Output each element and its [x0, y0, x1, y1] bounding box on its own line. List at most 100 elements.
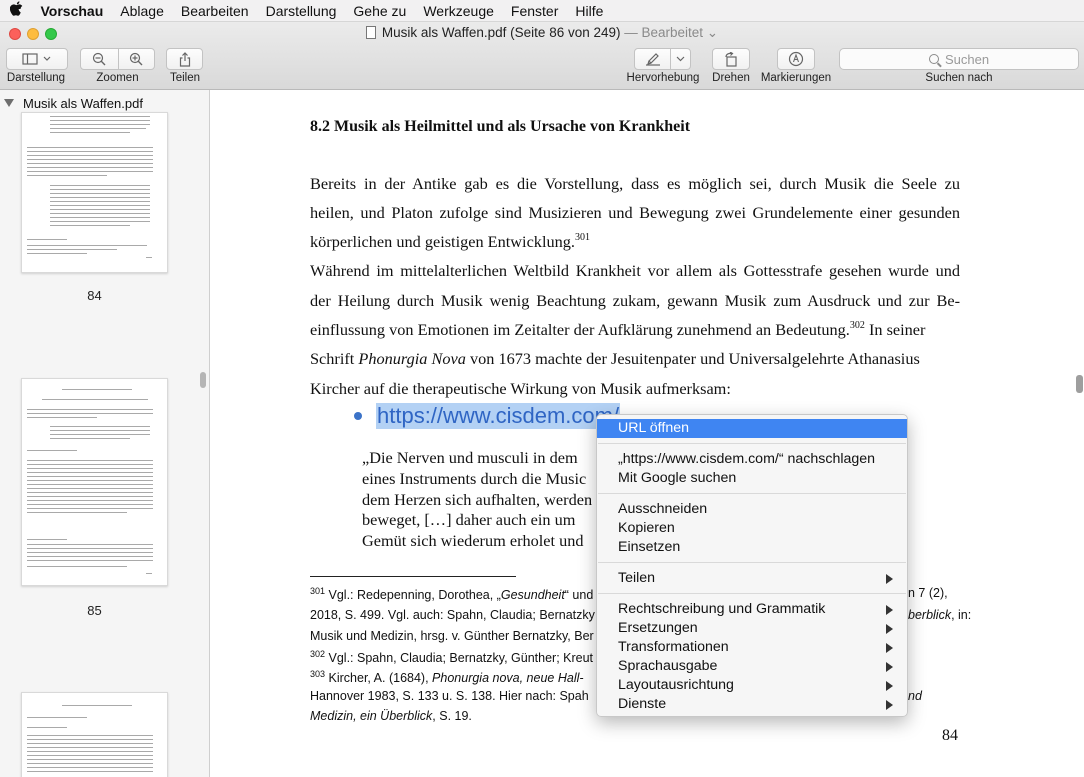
zoom-in-icon: [130, 52, 143, 66]
menu-item-transformations[interactable]: Transformationen: [597, 638, 907, 657]
document-icon: [365, 26, 376, 39]
menu-item-label: Teilen: [618, 570, 656, 586]
body-line: heilen, und Platon zufolge sind Musizier…: [310, 203, 960, 222]
edited-indicator[interactable]: — Bearbeitet ⌄: [624, 25, 718, 40]
menu-fenster[interactable]: Fenster: [502, 3, 566, 19]
highlight-segmented-control: [634, 48, 691, 70]
submenu-arrow-icon: [886, 574, 893, 584]
document-scrollbar[interactable]: [1076, 375, 1083, 393]
rotate-button[interactable]: [712, 48, 750, 70]
menu-separator: [598, 443, 906, 444]
footnote-tail: berblick, in:: [908, 608, 971, 622]
view-label: Darstellung: [6, 72, 66, 84]
sidebar-document-row[interactable]: Musik als Waffen.pdf: [0, 94, 209, 112]
selected-url-link[interactable]: https://www.cisdem.com/: [376, 403, 621, 429]
footnote-text: n 7 (2),: [908, 586, 948, 600]
footnote-italic: berblick: [908, 608, 952, 622]
menu-item-share[interactable]: Teilen: [597, 569, 907, 588]
menu-item-services[interactable]: Dienste: [597, 695, 907, 714]
body-line: Während im mittelalterlichen Weltbild Kr…: [310, 261, 960, 280]
context-menu: URL öffnen „https://www.cisdem.com/“ nac…: [596, 414, 908, 717]
footnote-text: Kircher, A. (1684),: [328, 671, 433, 685]
footnote-text: Vgl.: Spahn, Claudia; Bernatzky, Günther…: [328, 651, 594, 665]
footnote-302: 302 Vgl.: Spahn, Claudia; Bernatzky, Gün…: [310, 649, 593, 665]
menu-app-name[interactable]: Vorschau: [32, 3, 112, 19]
highlight-label: Hervorhebung: [626, 72, 700, 84]
quote-line: dem Herzen sich aufhalten, werden: [362, 490, 593, 509]
menu-item-search-google[interactable]: Mit Google suchen: [597, 469, 907, 488]
share-icon: [179, 51, 190, 67]
page-thumbnail-85[interactable]: [21, 378, 168, 586]
zoom-out-button[interactable]: [81, 49, 118, 69]
menu-item-layout-direction[interactable]: Layoutausrichtung: [597, 676, 907, 695]
footnote-divider: [310, 576, 516, 577]
body-line: körperlichen und geistigen Entwicklung.3…: [310, 232, 960, 252]
apple-menu-icon[interactable]: [0, 1, 32, 20]
search-label: Suchen nach: [925, 72, 993, 84]
body-text: Schrift: [310, 349, 359, 368]
menu-item-open-url[interactable]: URL öffnen: [597, 419, 907, 438]
menu-item-substitutions[interactable]: Ersetzungen: [597, 619, 907, 638]
zoom-segmented-control: [80, 48, 155, 70]
menu-item-spelling-grammar[interactable]: Rechtschreibung und Grammatik: [597, 600, 907, 619]
footnote-303: 303 Kircher, A. (1684), Phonurgia nova, …: [310, 669, 584, 685]
menu-item-cut[interactable]: Ausschneiden: [597, 500, 907, 519]
body-text: einflussung von Emotionen im Zeitalter d…: [310, 320, 850, 339]
highlight-button[interactable]: [635, 49, 670, 69]
sidebar-scrollbar[interactable]: [200, 372, 206, 388]
menu-darstellung[interactable]: Darstellung: [257, 3, 345, 19]
highlight-options-button[interactable]: [670, 49, 690, 69]
footnote-italic-text: nd: [908, 689, 922, 703]
footnote-italic: Gesundheit: [500, 588, 565, 602]
body-line: einflussung von Emotionen im Zeitalter d…: [310, 320, 960, 340]
body-line: Schrift Phonurgia Nova von 1673 machte d…: [310, 349, 960, 369]
menu-item-copy[interactable]: Kopieren: [597, 519, 907, 538]
quote-line: „Die Nerven und musculi in dem: [362, 448, 578, 467]
menu-item-label: Transformationen: [618, 639, 729, 655]
menu-item-paste[interactable]: Einsetzen: [597, 538, 907, 557]
markup-label: Markierungen: [760, 72, 832, 84]
footnote-italic: nd: [908, 689, 922, 703]
footnote-text: “ und: [564, 588, 594, 602]
body-line: der Heilung durch Musik wenig Beachtung …: [310, 291, 960, 310]
menu-separator: [598, 562, 906, 563]
view-button[interactable]: [6, 48, 68, 70]
markup-button[interactable]: [777, 48, 815, 70]
markup-icon: [788, 51, 804, 67]
rotate-label: Drehen: [712, 72, 750, 84]
page-number: 84: [942, 727, 958, 744]
menu-gehe-zu[interactable]: Gehe zu: [345, 3, 415, 19]
footnote-text: Hannover 1983, S. 133 u. S. 138. Hier na…: [310, 689, 589, 703]
window-title: Musik als Waffen.pdf (Seite 86 von 249) …: [0, 25, 1084, 41]
menu-ablage[interactable]: Ablage: [112, 3, 173, 19]
page-number-84: 84: [87, 288, 102, 303]
footnote-number: 303: [310, 669, 326, 679]
menu-bearbeiten[interactable]: Bearbeiten: [172, 3, 257, 19]
menu-item-speech[interactable]: Sprachausgabe: [597, 657, 907, 676]
search-placeholder: Suchen: [944, 51, 990, 67]
menu-werkzeuge[interactable]: Werkzeuge: [415, 3, 503, 19]
chevron-down-icon: [676, 56, 685, 62]
share-button[interactable]: [166, 48, 203, 70]
footnote-ref: 301: [574, 232, 590, 243]
body-text: körperlichen und geistigen Entwicklung.: [310, 232, 575, 251]
footnote-text: Musik und Medizin, hrsg. v. Günther Bern…: [310, 629, 594, 643]
disclosure-triangle-icon[interactable]: [4, 99, 14, 107]
footnote-number: 302: [310, 649, 326, 659]
quote-line: Gemüt sich wiederum erholet und: [362, 531, 584, 550]
footnote-italic: Phonurgia nova, neue Hall-: [432, 671, 584, 685]
window-toolbar: Musik als Waffen.pdf (Seite 86 von 249) …: [0, 22, 1084, 90]
footnote-text: Vgl.: Redepenning, Dorothea, „: [328, 588, 501, 602]
quote-line: beweget, […] daher auch ein um: [362, 510, 576, 529]
menu-item-label: Layoutausrichtung: [618, 677, 734, 693]
search-field[interactable]: Suchen: [839, 48, 1079, 70]
menu-separator: [598, 593, 906, 594]
menu-hilfe[interactable]: Hilfe: [567, 3, 612, 19]
footnote-number: 301: [310, 586, 326, 596]
thumbnail-sidebar: Musik als Waffen.pdf 84 85: [0, 90, 210, 777]
page-thumbnail-86[interactable]: [21, 692, 168, 777]
menu-item-look-up[interactable]: „https://www.cisdem.com/“ nachschlagen: [597, 450, 907, 469]
page-thumbnail-84[interactable]: [21, 112, 168, 273]
zoom-in-button[interactable]: [117, 49, 155, 69]
submenu-arrow-icon: [886, 643, 893, 653]
